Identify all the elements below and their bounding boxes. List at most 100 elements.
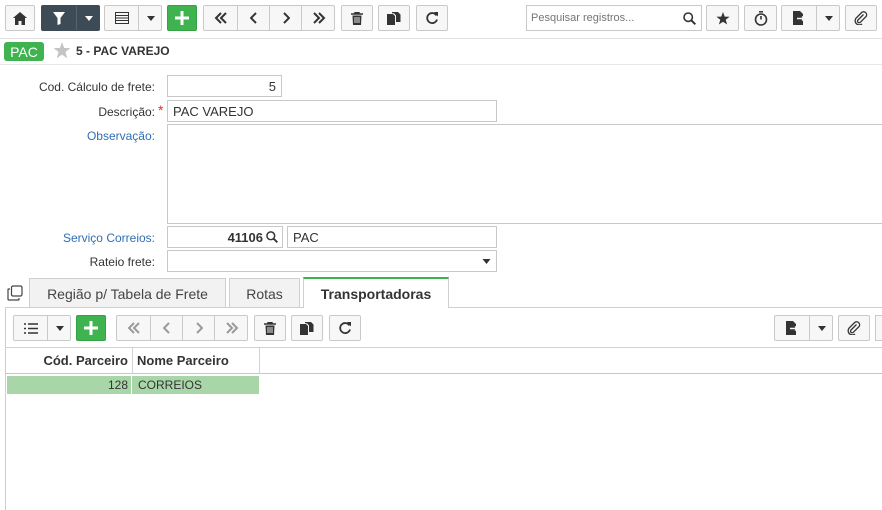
cod-calculo-value: 5 [268, 78, 276, 94]
caret-down-icon [824, 15, 833, 21]
caret-down-icon [482, 258, 491, 264]
caret-down-icon [55, 325, 64, 331]
caret-down-icon [817, 325, 826, 331]
required-mark: * [158, 102, 164, 118]
last-icon [312, 12, 325, 24]
cell-cod-parceiro: 128 [7, 376, 132, 394]
detail-navigation-group[interactable] [116, 315, 248, 341]
timer-button[interactable] [744, 5, 777, 31]
favorites-button[interactable] [706, 5, 739, 31]
cod-calculo-label: Cod. Cálculo de frete: [38, 80, 155, 94]
window-toggle[interactable] [7, 285, 23, 304]
timer-icon [754, 10, 767, 26]
home-icon [13, 11, 27, 25]
first-icon [214, 12, 227, 24]
prev-icon [162, 322, 170, 334]
refresh-button[interactable] [416, 5, 448, 31]
detail-export-group[interactable] [774, 315, 833, 341]
table-row[interactable]: 128 CORREIOS [7, 376, 259, 394]
list-view-button[interactable] [14, 316, 47, 340]
caret-down-icon [146, 15, 155, 21]
export-button[interactable] [782, 6, 816, 30]
refresh-icon [339, 322, 351, 334]
search-input-wrapper[interactable] [526, 5, 702, 31]
cell-nome-parceiro: CORREIOS [138, 378, 203, 392]
next-icon [195, 322, 203, 334]
delete-button[interactable] [341, 5, 373, 31]
descricao-value: PAC VAREJO [173, 103, 254, 119]
page-title: 5 - PAC VAREJO [76, 44, 170, 58]
grid-view-button[interactable] [105, 6, 138, 30]
column-header-cod-parceiro[interactable]: Cód. Parceiro [6, 348, 133, 374]
copy-button[interactable] [378, 5, 410, 31]
filter-dropdown[interactable] [77, 6, 100, 30]
detail-delete-button[interactable] [254, 315, 286, 341]
export-icon [785, 321, 799, 335]
first-record-button[interactable] [204, 6, 237, 30]
detail-copy-button[interactable] [291, 315, 323, 341]
star-icon [715, 11, 730, 24]
prev-icon [249, 12, 257, 24]
refresh-icon [426, 12, 438, 24]
first-icon [127, 322, 140, 334]
trash-icon [264, 321, 276, 335]
detail-extra-button[interactable] [875, 315, 882, 341]
tab-regiao[interactable]: Região p/ Tabela de Frete [29, 278, 226, 308]
list-icon [23, 322, 38, 334]
detail-last-button[interactable] [215, 316, 248, 340]
prev-record-button[interactable] [238, 6, 269, 30]
next-record-button[interactable] [270, 6, 301, 30]
servico-correios-label[interactable]: Serviço Correios: [0, 231, 155, 245]
column-header-nome-parceiro[interactable]: Nome Parceiro [133, 348, 260, 374]
favorite-star[interactable] [53, 42, 71, 62]
view-dropdown[interactable] [139, 6, 162, 30]
detail-export-dropdown[interactable] [810, 316, 833, 340]
record-badge: PAC [4, 42, 44, 61]
observacao-textarea[interactable] [167, 124, 882, 224]
caret-down-icon [84, 15, 93, 21]
rateio-frete-label: Rateio frete: [89, 255, 155, 269]
add-button[interactable] [167, 5, 197, 31]
tab-rotas[interactable]: Rotas [229, 278, 300, 308]
title-divider [0, 64, 882, 65]
search-input[interactable] [531, 12, 681, 24]
detail-prev-button[interactable] [151, 316, 182, 340]
window-icon [7, 285, 23, 301]
detail-attach-button[interactable] [838, 315, 870, 341]
detail-export-button[interactable] [775, 316, 809, 340]
tab-transportadoras[interactable]: Transportadoras [303, 277, 449, 308]
view-button-group[interactable] [104, 5, 162, 31]
detail-first-button[interactable] [117, 316, 150, 340]
observacao-label[interactable]: Observação: [0, 129, 155, 143]
last-record-button[interactable] [302, 6, 335, 30]
rateio-frete-select[interactable] [167, 250, 497, 272]
servico-name-field[interactable]: PAC [287, 226, 497, 248]
filter-button-group[interactable] [41, 5, 100, 31]
copy-icon [300, 321, 314, 335]
grid-view-icon [114, 12, 129, 24]
cod-calculo-field[interactable]: 5 [167, 75, 282, 97]
next-icon [282, 12, 290, 24]
navigation-group[interactable] [203, 5, 335, 31]
attach-button[interactable] [845, 5, 877, 31]
detail-view-group[interactable] [13, 315, 71, 341]
descricao-field[interactable]: PAC VAREJO [167, 100, 497, 122]
detail-view-dropdown[interactable] [48, 316, 71, 340]
trash-icon [351, 11, 363, 25]
filter-button[interactable] [42, 6, 76, 30]
export-button-group[interactable] [781, 5, 840, 31]
detail-add-button[interactable] [76, 315, 106, 341]
servico-code-field[interactable]: 41106 [167, 226, 283, 248]
export-dropdown[interactable] [817, 6, 840, 30]
search-icon[interactable] [266, 231, 278, 243]
servico-name-value: PAC [293, 229, 319, 245]
search-icon[interactable] [683, 12, 696, 25]
filter-icon [53, 11, 65, 25]
star-icon [53, 42, 71, 59]
home-button[interactable] [5, 5, 35, 31]
attach-icon [847, 321, 861, 335]
last-icon [225, 322, 238, 334]
detail-refresh-button[interactable] [329, 315, 361, 341]
detail-next-button[interactable] [183, 316, 214, 340]
add-icon [84, 321, 98, 335]
